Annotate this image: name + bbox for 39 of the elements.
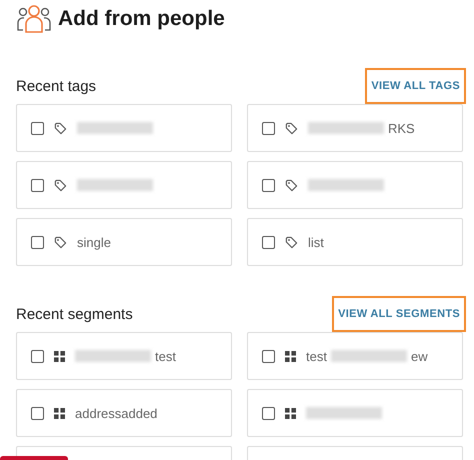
checkbox[interactable]	[262, 406, 275, 420]
grid-icon	[54, 408, 65, 418]
checkbox[interactable]	[262, 122, 275, 134]
view-all-link[interactable]: VIEW ALL SEGMENTS	[332, 296, 466, 332]
grid-icon	[285, 350, 296, 362]
checkbox[interactable]	[31, 350, 44, 362]
tag-icon	[285, 178, 298, 192]
item-label: addressadded	[75, 406, 158, 420]
tag-icon	[285, 122, 298, 134]
section-heading: Recent segments	[16, 306, 133, 322]
item-label: test	[155, 348, 176, 364]
checkbox[interactable]	[31, 178, 44, 192]
item-label: ew	[410, 348, 428, 364]
item-card[interactable]: addressadded	[16, 389, 232, 437]
tag-icon	[285, 236, 298, 248]
grid-icon	[285, 408, 296, 418]
grid-icon	[54, 350, 65, 362]
item-card[interactable]: single	[16, 218, 232, 266]
checkbox[interactable]	[31, 406, 44, 420]
checkbox[interactable]	[262, 178, 275, 192]
item-card[interactable]: RKS	[247, 104, 463, 152]
item-card[interactable]: test	[16, 332, 232, 380]
view-all-link[interactable]: VIEW ALL TAGS	[365, 68, 466, 104]
checkbox[interactable]	[262, 350, 275, 362]
checkbox[interactable]	[262, 236, 275, 248]
item-card[interactable]: test ew	[247, 332, 463, 380]
item-label: list	[308, 234, 324, 250]
tag-icon	[54, 236, 67, 248]
checkbox[interactable]	[31, 122, 44, 134]
item-label: single	[77, 234, 111, 250]
item-label: RKS	[388, 120, 415, 136]
page-title: Add from people	[58, 7, 225, 31]
tag-icon	[54, 122, 67, 134]
tag-icon	[54, 178, 67, 192]
checkbox[interactable]	[31, 236, 44, 248]
item-card[interactable]: list	[247, 218, 463, 266]
item-label: test	[306, 348, 327, 364]
people-icon	[16, 4, 52, 34]
section-heading: Recent tags	[16, 78, 96, 94]
